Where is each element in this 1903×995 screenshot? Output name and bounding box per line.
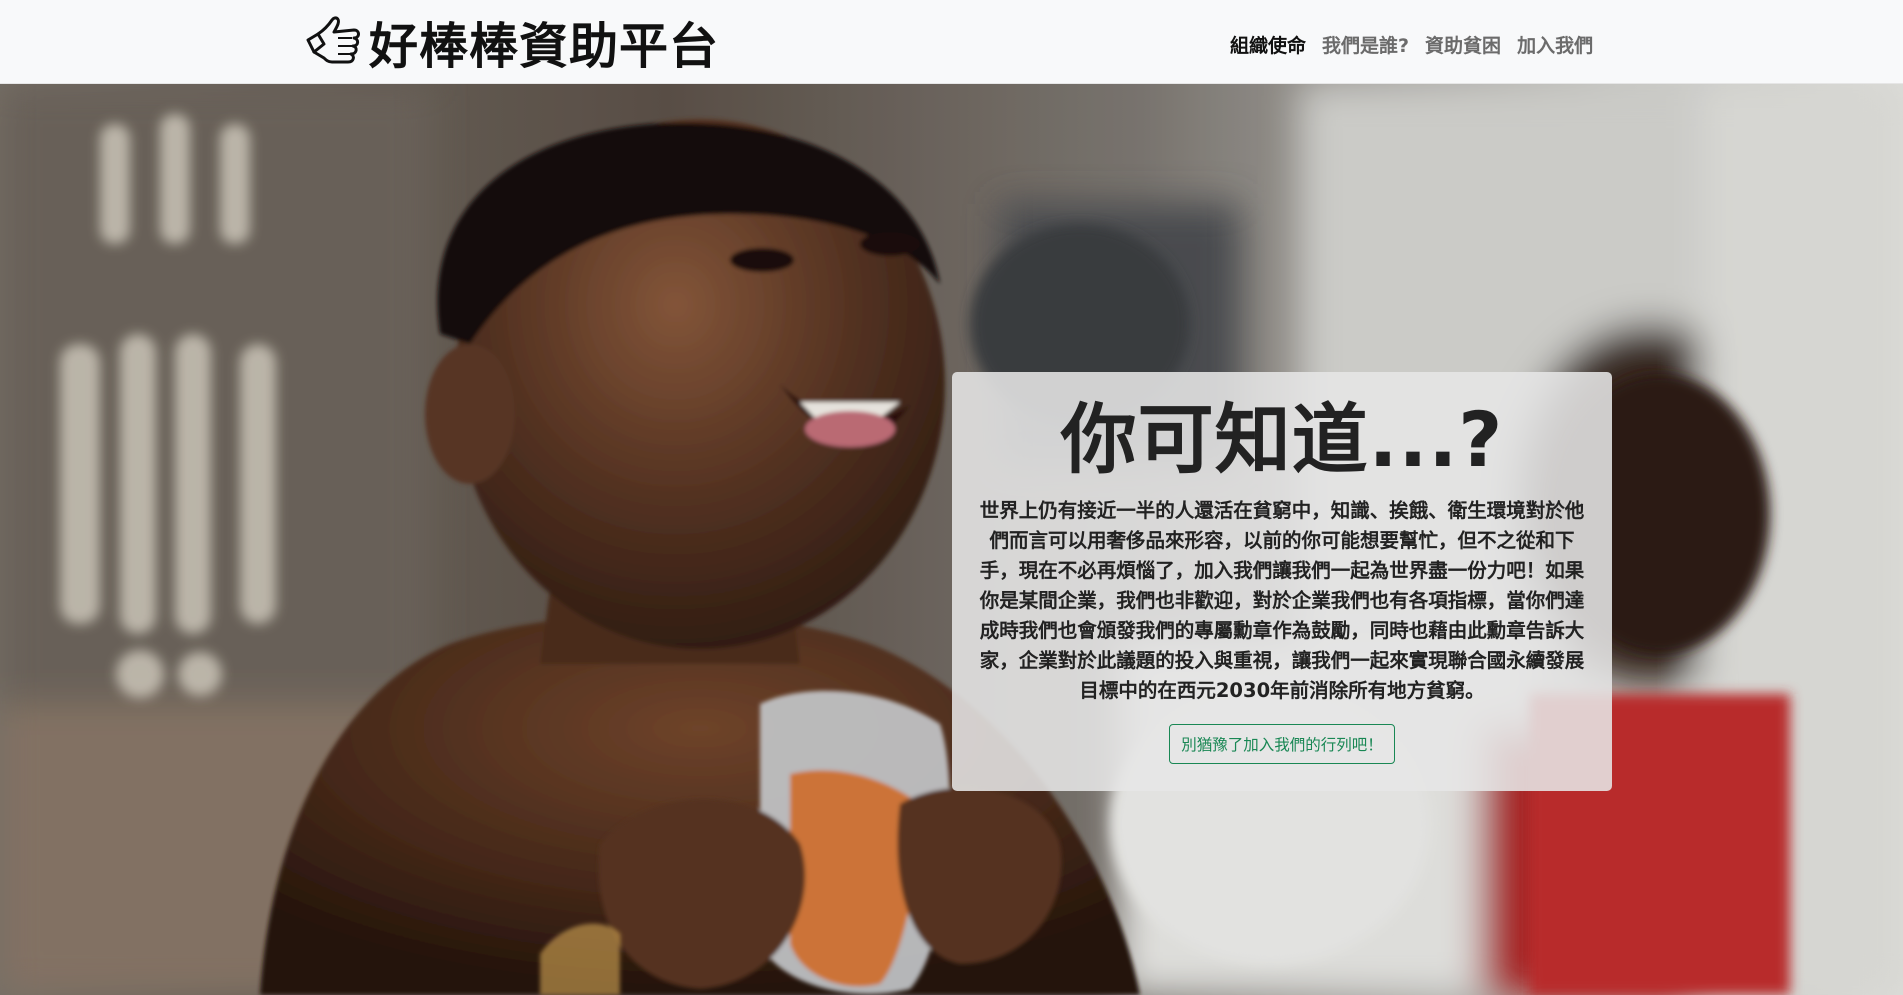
thumbs-up-icon: [306, 16, 360, 64]
info-card: 你可知道...? 世界上仍有接近一半的人還活在貧窮中，知識、挨餓、衛生環境對於他…: [952, 372, 1612, 791]
card-description: 世界上仍有接近一半的人還活在貧窮中，知識、挨餓、衛生環境對於他們而言可以用奢侈品…: [979, 499, 1585, 702]
nav-link-donate[interactable]: 資助貧困: [1417, 27, 1509, 62]
top-navbar: 好棒棒資助平台 組織使命 我們是誰? 資助貧困 加入我們: [0, 0, 1903, 84]
card-title: 你可知道...?: [1060, 395, 1504, 484]
nav-link-join[interactable]: 加入我們: [1509, 27, 1601, 62]
nav-menu: 組織使命 我們是誰? 資助貧困 加入我們: [1222, 27, 1601, 62]
nav-link-mission[interactable]: 組織使命: [1222, 27, 1314, 62]
join-us-button[interactable]: 別猶豫了加入我們的行列吧！: [1169, 724, 1395, 764]
hero-section: 你可知道...? 世界上仍有接近一半的人還活在貧窮中，知識、挨餓、衛生環境對於他…: [0, 84, 1903, 995]
brand-logo-link[interactable]: 好棒棒資助平台: [302, 12, 719, 75]
nav-link-about[interactable]: 我們是誰?: [1314, 27, 1417, 62]
brand-title: 好棒棒資助平台: [369, 17, 720, 75]
